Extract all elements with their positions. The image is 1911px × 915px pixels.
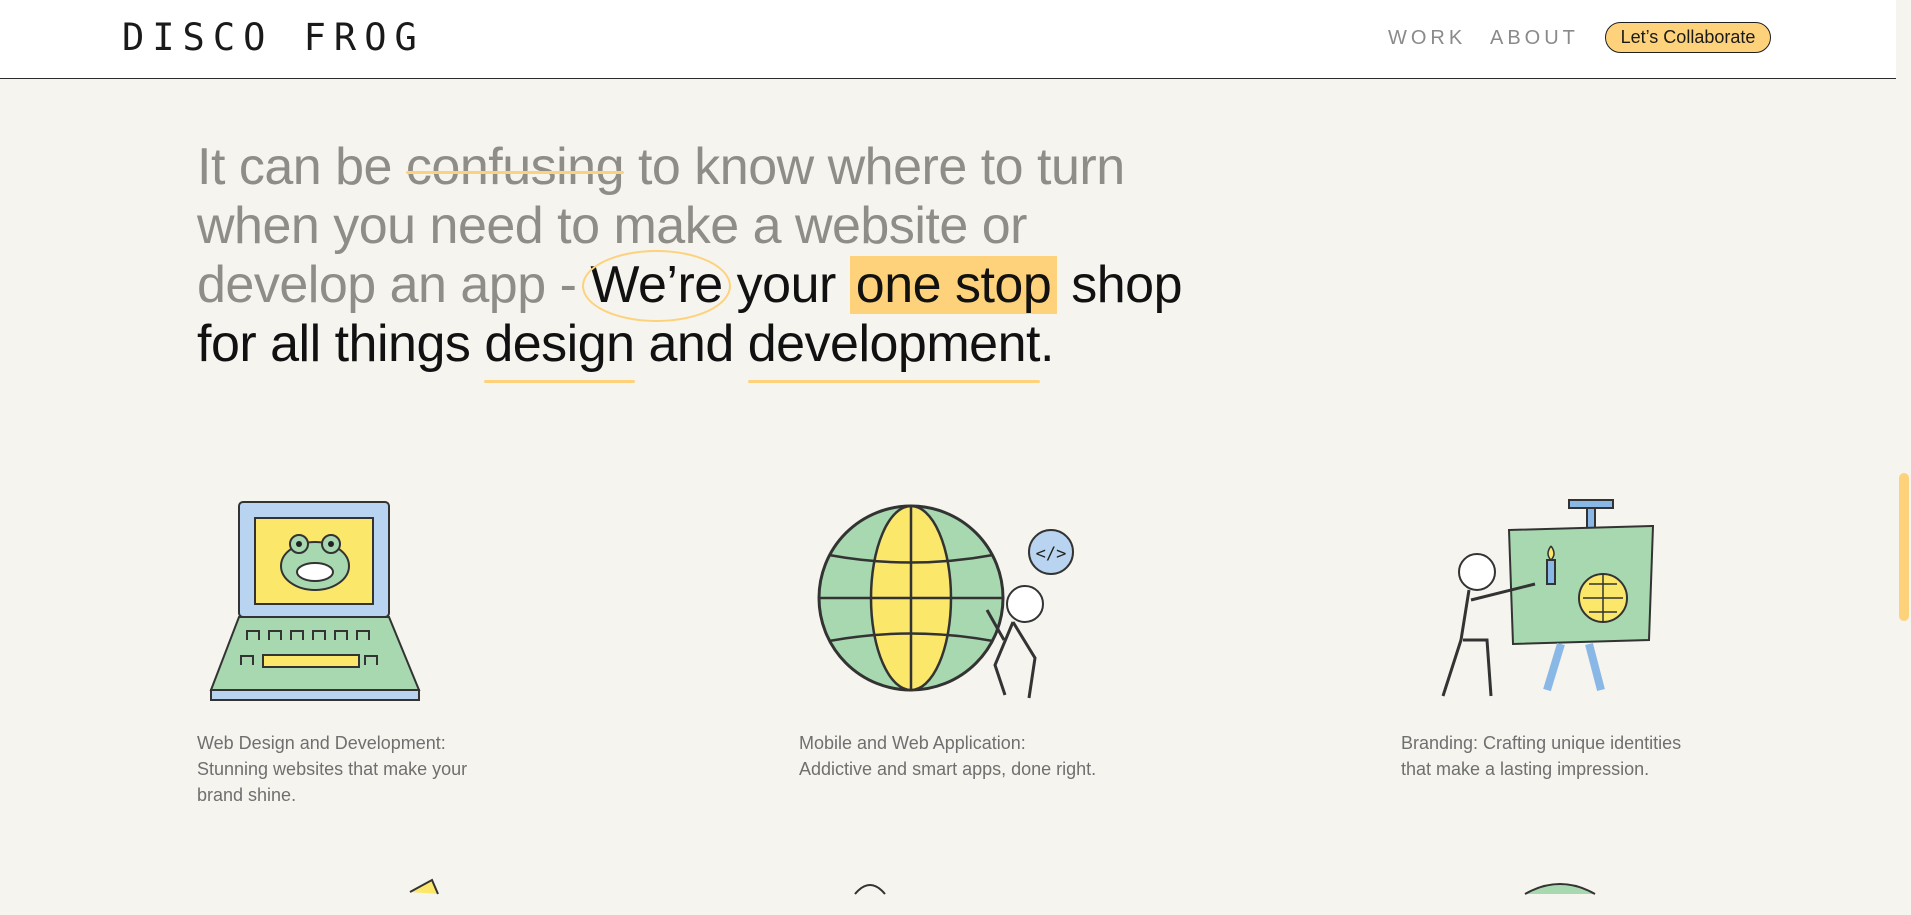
easel-painter-icon	[1401, 490, 1661, 710]
next-illustration	[390, 870, 470, 910]
hero-underlined-word-design: design	[484, 315, 635, 373]
logo[interactable]: DISCO FROG	[122, 16, 425, 59]
hero-circled-word: We’re	[590, 256, 723, 314]
lets-collaborate-button[interactable]: Let’s Collaborate	[1605, 22, 1771, 53]
next-illustration	[1520, 870, 1600, 910]
globe-code-icon: </>	[799, 490, 1074, 710]
hero-text-6: .	[1039, 315, 1054, 373]
hero-underlined-word-development: development	[747, 315, 1041, 373]
service-branding: Branding: Crafting unique identities tha…	[1401, 490, 1721, 779]
hero-text-3: your	[722, 256, 850, 314]
laptop-frog-icon	[197, 490, 457, 710]
scrollbar[interactable]	[1896, 0, 1911, 887]
service-description: Mobile and Web Application: Addictive an…	[799, 733, 1097, 779]
scrollbar-thumb[interactable]	[1899, 473, 1909, 621]
hero-text-5: and	[634, 315, 748, 373]
svg-text:</>: </>	[1036, 544, 1067, 564]
hero-text-1: It can be	[197, 138, 406, 196]
top-navigation: DISCO FROG WORK ABOUT Let’s Collaborate	[0, 0, 1896, 79]
hero-heading: It can be confusing to know where to tur…	[197, 138, 1197, 374]
service-web-design: Web Design and Development: Stunning web…	[197, 490, 517, 805]
hero-strikethrough-word: confusing	[405, 138, 625, 196]
nav-link-work[interactable]: WORK	[1388, 27, 1466, 50]
hero-highlighted-phrase: one stop	[849, 256, 1058, 314]
service-description: Web Design and Development: Stunning web…	[197, 733, 468, 805]
service-description: Branding: Crafting unique identities tha…	[1401, 733, 1682, 779]
next-illustration	[845, 870, 925, 910]
service-mobile-web-app: </> Mobile and Web Application: Addictiv…	[799, 490, 1119, 779]
nav-link-about[interactable]: ABOUT	[1490, 27, 1579, 50]
